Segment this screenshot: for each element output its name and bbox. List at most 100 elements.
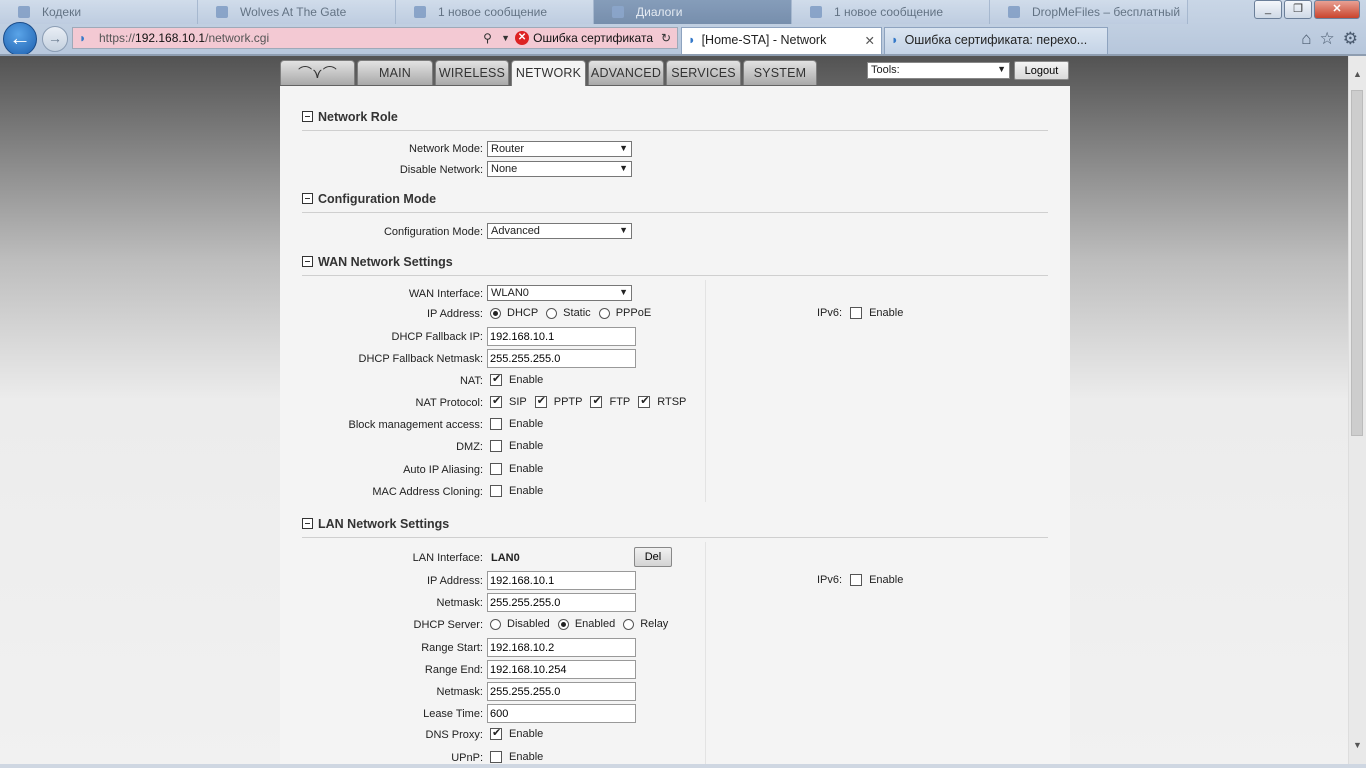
nat-label: NAT:	[459, 375, 483, 387]
range-end-label: Range End:	[424, 664, 483, 676]
tab-icon: ◗	[891, 33, 899, 47]
radio-static[interactable]	[546, 307, 558, 319]
taskbar	[0, 764, 1366, 768]
tools-select[interactable]: Tools: ▼	[867, 62, 1010, 79]
mac-clone-checkbox[interactable]	[490, 485, 502, 497]
block-mgmt-label: Block management access:	[348, 419, 483, 431]
close-window-button[interactable]: ✕	[1314, 0, 1360, 19]
window-tab[interactable]: 1 новое сообщение	[792, 0, 990, 24]
radio-relay[interactable]	[623, 618, 635, 630]
tab-wireless[interactable]: WIRELESS	[435, 60, 509, 85]
window-controls: _ ❐ ✕	[1254, 0, 1360, 19]
router-nav: ⌒⋎⌒ MAIN WIRELESS NETWORK ADVANCED SERVI…	[280, 60, 1070, 86]
window-tab[interactable]: DropMeFiles – бесплатный	[990, 0, 1188, 24]
configuration-mode-select[interactable]: Advanced ▼	[487, 223, 632, 239]
tab-advanced[interactable]: ADVANCED	[588, 60, 664, 85]
pptp-checkbox[interactable]	[534, 394, 547, 408]
vertical-scrollbar[interactable]: ▲ ▼	[1348, 56, 1366, 768]
nat-checkbox[interactable]	[490, 372, 502, 386]
refresh-icon[interactable]: ↻	[661, 31, 677, 45]
wan-interface-select[interactable]: WLAN0 ▼	[487, 285, 632, 301]
dhcp-server-label: DHCP Server:	[413, 619, 483, 631]
lan-interface-label: LAN Interface:	[412, 552, 483, 564]
radio-dhcp[interactable]	[490, 307, 501, 319]
collapse-icon[interactable]	[302, 193, 313, 204]
url-text[interactable]: https://192.168.10.1/network.cgi	[99, 31, 483, 45]
upnp-group: Enable	[490, 751, 543, 763]
scroll-down-icon[interactable]: ▼	[1349, 737, 1366, 754]
collapse-icon[interactable]	[302, 518, 313, 529]
range-start-input[interactable]	[487, 638, 636, 657]
browser-tab-active[interactable]: ◗ [Home-STA] - Network ✕	[681, 27, 882, 54]
tab-icon	[414, 6, 426, 18]
maximize-button[interactable]: ❐	[1284, 0, 1312, 19]
tab-icon	[1008, 6, 1020, 18]
forward-arrow-icon[interactable]: →	[42, 26, 68, 52]
scroll-up-icon[interactable]: ▲	[1349, 66, 1366, 83]
chevron-down-icon[interactable]: ▼	[501, 33, 515, 43]
radio-pppoe[interactable]	[598, 307, 610, 319]
tools-label: Tools:	[871, 64, 900, 76]
tab-services[interactable]: SERVICES	[666, 60, 741, 85]
window-tab[interactable]: Кодеки	[0, 0, 198, 24]
tab-network[interactable]: NETWORK	[511, 60, 586, 86]
radio-enabled[interactable]	[557, 618, 569, 630]
dhcp-netmask-input[interactable]	[487, 682, 636, 701]
window-tab[interactable]: 1 новое сообщение	[396, 0, 594, 24]
tab-main[interactable]: MAIN	[357, 60, 433, 85]
lan-ip-input[interactable]	[487, 571, 636, 590]
section-configuration-mode: Configuration Mode	[302, 192, 1048, 213]
gear-icon[interactable]: ⚙	[1343, 29, 1358, 49]
rtsp-checkbox[interactable]	[638, 394, 651, 408]
lease-time-label: Lease Time:	[423, 708, 483, 720]
nat-protocol-group: SIP PPTP FTP RTSP	[490, 394, 686, 408]
tab-icon: ◗	[688, 33, 696, 47]
ubiquiti-logo-tab[interactable]: ⌒⋎⌒	[280, 60, 355, 85]
minimize-button[interactable]: _	[1254, 0, 1282, 19]
toolbar-icons: ⌂ ☆ ⚙	[1301, 29, 1358, 49]
sip-checkbox[interactable]	[490, 394, 502, 408]
ftp-checkbox[interactable]	[590, 394, 603, 408]
nat-protocol-label: NAT Protocol:	[415, 397, 483, 409]
star-icon[interactable]: ☆	[1320, 29, 1335, 49]
disable-network-select[interactable]: None ▼	[487, 161, 632, 177]
address-bar[interactable]: ◗ https://192.168.10.1/network.cgi ⚲ ▼ ✕…	[72, 27, 678, 49]
cert-error-text[interactable]: Ошибка сертификата	[533, 31, 653, 45]
fallback-netmask-input[interactable]	[487, 349, 636, 368]
scroll-thumb[interactable]	[1351, 90, 1363, 436]
dmz-label: DMZ:	[456, 441, 483, 453]
lan-ipv6-checkbox[interactable]	[850, 574, 863, 586]
radio-disabled[interactable]	[490, 618, 501, 630]
logout-button[interactable]: Logout	[1014, 61, 1069, 80]
block-mgmt-checkbox[interactable]	[490, 418, 502, 430]
window-tab[interactable]: Диалоги	[594, 0, 792, 24]
del-button[interactable]: Del	[634, 547, 672, 567]
lan-netmask-input[interactable]	[487, 593, 636, 612]
range-end-input[interactable]	[487, 660, 636, 679]
fallback-ip-input[interactable]	[487, 327, 636, 346]
home-icon[interactable]: ⌂	[1301, 29, 1311, 49]
network-mode-select[interactable]: Router ▼	[487, 141, 632, 157]
upnp-checkbox[interactable]	[490, 751, 502, 763]
dmz-checkbox[interactable]	[490, 440, 502, 452]
dns-proxy-label: DNS Proxy:	[425, 729, 483, 741]
tab-system[interactable]: SYSTEM	[743, 60, 817, 85]
cert-error-icon[interactable]: ✕	[515, 31, 530, 45]
collapse-icon[interactable]	[302, 111, 313, 122]
back-arrow-icon[interactable]: ←	[3, 22, 37, 56]
block-mgmt-group: Enable	[490, 418, 543, 430]
dns-proxy-checkbox[interactable]	[490, 726, 502, 740]
collapse-icon[interactable]	[302, 256, 313, 267]
search-icon[interactable]: ⚲	[483, 31, 501, 45]
close-tab-icon[interactable]: ✕	[865, 33, 875, 54]
lease-time-input[interactable]	[487, 704, 636, 723]
section-lan-settings: LAN Network Settings	[302, 517, 1048, 538]
wan-ipv6-group: IPv6: Enable	[817, 307, 904, 319]
browser-tab[interactable]: ◗ Ошибка сертификата: перехо...	[884, 27, 1108, 54]
window-tab[interactable]: Wolves At The Gate	[198, 0, 396, 24]
chrome-divider	[0, 54, 1366, 56]
fallback-netmask-label: DHCP Fallback Netmask:	[358, 353, 484, 365]
auto-ip-checkbox[interactable]	[490, 463, 502, 475]
wan-ipv6-checkbox[interactable]	[850, 307, 863, 319]
mac-clone-group: Enable	[490, 485, 543, 497]
